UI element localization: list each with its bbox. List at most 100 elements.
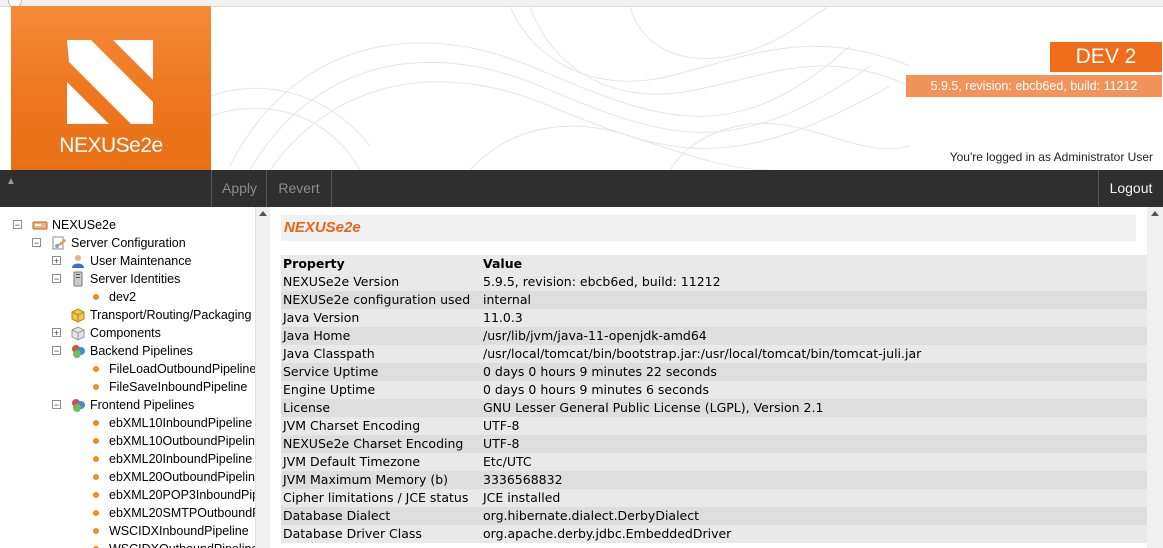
tree-node-frontend-item[interactable]: WSCIDXOutboundPipeline bbox=[0, 540, 255, 548]
tree-node-backend-item[interactable]: FileSaveInboundPipeline bbox=[0, 378, 255, 396]
table-row: License GNU Lesser General Public License… bbox=[281, 399, 1147, 417]
main-content: NEXUSe2e Property Value NEXUSe2e Version… bbox=[270, 207, 1147, 548]
property-cell: License bbox=[283, 400, 331, 415]
expand-toggle-icon[interactable]: + bbox=[52, 256, 61, 266]
property-cell: NEXUSe2e Charset Encoding bbox=[283, 436, 464, 451]
collapse-toggle-icon[interactable]: − bbox=[52, 274, 61, 284]
tree-node-frontend-item[interactable]: ebXML20OutboundPipeline bbox=[0, 468, 255, 486]
environment-badge: DEV 2 bbox=[1050, 42, 1162, 72]
tree-node-frontend-item[interactable]: ebXML10OutboundPipeline bbox=[0, 432, 255, 450]
tree-label: User Maintenance bbox=[90, 254, 192, 268]
tree-node-root[interactable]: − NEXUSe2e bbox=[0, 216, 255, 234]
table-row: Database Driver Class org.apache.derby.jd… bbox=[281, 525, 1147, 543]
collapse-toggle-icon[interactable]: − bbox=[32, 238, 41, 248]
tree-label: NEXUSe2e bbox=[52, 218, 116, 232]
build-info-banner: 5.9.5, revision: ebcb6ed, build: 11212 bbox=[906, 75, 1162, 97]
user-icon bbox=[72, 255, 84, 268]
navigation-tree: − NEXUSe2e − Server Configuration + User… bbox=[0, 207, 255, 548]
tree-node-frontend-item[interactable]: ebXML20InboundPipeline bbox=[0, 450, 255, 468]
value-cell: internal bbox=[483, 292, 531, 307]
property-cell: Java Classpath bbox=[283, 346, 375, 361]
value-cell: UTF-8 bbox=[483, 436, 520, 451]
tree-node-server-configuration[interactable]: − Server Configuration bbox=[0, 234, 255, 252]
tree-scrollbar[interactable] bbox=[255, 207, 270, 548]
column-header-value: Value bbox=[483, 256, 523, 271]
bullet-icon bbox=[93, 294, 99, 300]
table-row: JVM Charset Encoding UTF-8 bbox=[281, 417, 1147, 435]
property-cell: JVM Charset Encoding bbox=[283, 418, 421, 433]
tree-node-frontend-item[interactable]: ebXML10InboundPipeline bbox=[0, 414, 255, 432]
table-row: JVM Default Timezone Etc/UTC bbox=[281, 453, 1147, 471]
table-row: JVM Maximum Memory (b) 3336568832 bbox=[281, 471, 1147, 489]
property-cell: Java Home bbox=[283, 328, 351, 343]
bullet-icon bbox=[93, 510, 99, 516]
tree-node-user-maintenance[interactable]: + User Maintenance bbox=[0, 252, 255, 270]
table-header-row: Property Value bbox=[281, 255, 1147, 273]
page-title: NEXUSe2e bbox=[284, 219, 361, 236]
property-cell: Java Version bbox=[283, 310, 360, 325]
content-title-bar: NEXUSe2e bbox=[281, 215, 1136, 241]
bullet-icon bbox=[93, 366, 99, 372]
revert-button[interactable]: Revert bbox=[266, 170, 332, 207]
logo-brand-text: NEXUSe2e bbox=[59, 134, 163, 157]
property-cell: Database Driver Class bbox=[283, 526, 422, 541]
logout-button[interactable]: Logout bbox=[1098, 170, 1163, 207]
tree-label: WSCIDXInboundPipeline bbox=[109, 524, 249, 538]
tree-label: ebXML10OutboundPipeline bbox=[109, 434, 255, 448]
property-cell: Service Uptime bbox=[283, 364, 379, 379]
value-cell: /usr/local/tomcat/bin/bootstrap.jar:/usr… bbox=[483, 346, 922, 361]
bullet-icon bbox=[93, 420, 99, 426]
table-row: Cipher limitations / JCE status JCE insta… bbox=[281, 489, 1147, 507]
table-row: NEXUSe2e Version 5.9.5, revision: ebcb6ed… bbox=[281, 273, 1147, 291]
tree-node-backend-item[interactable]: FileLoadOutboundPipeline bbox=[0, 360, 255, 378]
property-cell: JVM Maximum Memory (b) bbox=[283, 472, 449, 487]
table-row: Java Home/usr/lib/jvm/java-11-openjdk-am… bbox=[281, 327, 1147, 345]
content-scrollbar[interactable] bbox=[1147, 207, 1163, 548]
bullet-icon bbox=[93, 438, 99, 444]
tree-label: ebXML20OutboundPipeline bbox=[109, 470, 255, 484]
property-cell: NEXUSe2e configuration used bbox=[283, 292, 471, 307]
property-cell: Engine Uptime bbox=[283, 382, 376, 397]
value-cell: 0 days 0 hours 9 minutes 6 seconds bbox=[483, 382, 709, 397]
tree-label: Transport/Routing/Packaging bbox=[90, 308, 252, 322]
tree-node-components[interactable]: + Components bbox=[0, 324, 255, 342]
tree-node-backend-pipelines[interactable]: − Backend Pipelines bbox=[0, 342, 255, 360]
tree-label: ebXML20POP3InboundPipeline bbox=[109, 488, 255, 502]
scroll-up-arrow-icon[interactable] bbox=[259, 211, 267, 216]
scroll-up-arrow-icon[interactable] bbox=[1151, 211, 1159, 216]
tree-label: FileLoadOutboundPipeline bbox=[109, 362, 255, 376]
tree-node-server-identities[interactable]: − Server Identities bbox=[0, 270, 255, 288]
property-cell: NEXUSe2e Version bbox=[283, 274, 400, 289]
collapse-toggle-icon[interactable]: − bbox=[52, 400, 61, 410]
tree-node-dev2[interactable]: dev2 bbox=[0, 288, 255, 306]
tree-node-frontend-pipelines[interactable]: − Frontend Pipelines bbox=[0, 396, 255, 414]
tree-label: dev2 bbox=[109, 290, 137, 304]
login-status: You're logged in as Administrator User bbox=[949, 150, 1153, 164]
tree-label: ebXML20SMTPOutboundPipeline bbox=[109, 506, 255, 520]
tree-node-frontend-item[interactable]: ebXML20POP3InboundPipeline bbox=[0, 486, 255, 504]
collapse-toggle-icon[interactable]: − bbox=[13, 220, 22, 230]
tree-node-frontend-item[interactable]: WSCIDXInboundPipeline bbox=[0, 522, 255, 540]
apply-button[interactable]: Apply bbox=[211, 170, 267, 207]
value-cell: JCE installed bbox=[483, 490, 561, 505]
nexuse2e-logo: NEXUSe2e bbox=[11, 6, 211, 170]
tree-label: ebXML20InboundPipeline bbox=[109, 452, 253, 466]
value-cell: UTF-8 bbox=[483, 418, 520, 433]
tree-label: FileSaveInboundPipeline bbox=[109, 380, 248, 394]
value-cell: 0 days 0 hours 9 minutes 22 seconds bbox=[483, 364, 717, 379]
collapse-arrow-icon[interactable]: ▲ bbox=[6, 176, 16, 187]
tree-label: Frontend Pipelines bbox=[90, 398, 195, 412]
expand-toggle-icon[interactable]: + bbox=[52, 328, 61, 338]
table-row: Java Version 11.0.3 bbox=[281, 309, 1147, 327]
tree-node-frontend-item[interactable]: ebXML20SMTPOutboundPipeline bbox=[0, 504, 255, 522]
tree-node-transport[interactable]: Transport/Routing/Packaging bbox=[0, 306, 255, 324]
tree-label: Server Configuration bbox=[71, 236, 186, 250]
table-row: NEXUSe2e Charset Encoding UTF-8 bbox=[281, 435, 1147, 453]
collapse-toggle-icon[interactable]: − bbox=[52, 346, 61, 356]
property-cell: Database Dialect bbox=[283, 508, 391, 523]
pipeline-icon bbox=[72, 345, 85, 358]
value-cell: 11.0.3 bbox=[483, 310, 523, 325]
property-cell: JVM Default Timezone bbox=[283, 454, 421, 469]
tree-label: Components bbox=[90, 326, 161, 340]
column-header-property: Property bbox=[283, 256, 345, 271]
